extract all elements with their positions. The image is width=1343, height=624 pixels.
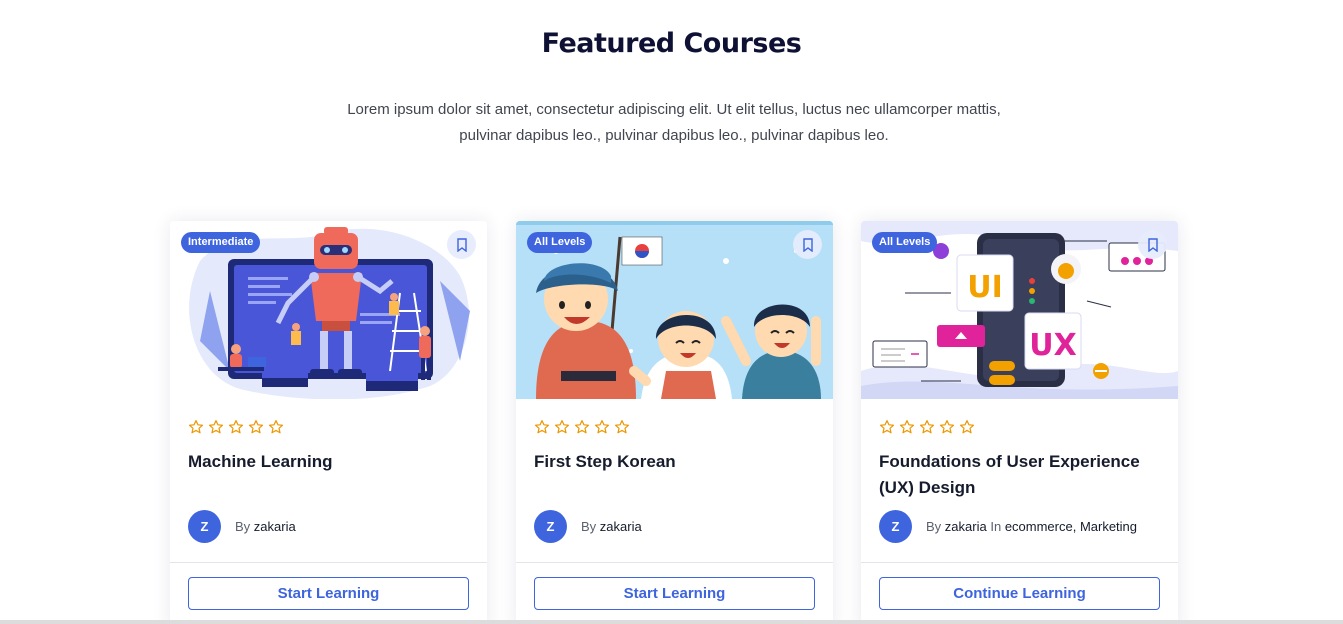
star-empty-icon — [960, 420, 974, 434]
star-empty-icon — [555, 420, 569, 434]
svg-text:UI: UI — [967, 270, 1003, 305]
star-empty-icon — [229, 420, 243, 434]
by-label: By — [926, 519, 942, 534]
in-label: In — [990, 519, 1002, 534]
author-row: Z By zakaria In ecommerce, Marketing — [879, 510, 1137, 543]
rating-stars — [188, 419, 284, 435]
start-learning-button[interactable]: Start Learning — [188, 577, 469, 610]
bookmark-button[interactable] — [1138, 230, 1167, 259]
course-card-machine-learning[interactable]: Intermediate Machine Learning Z By zakar… — [170, 221, 487, 624]
author-meta: By zakaria In ecommerce, Marketing — [926, 519, 1137, 534]
author-link[interactable]: zakaria — [600, 519, 642, 534]
section-title: Featured Courses — [541, 28, 802, 59]
star-empty-icon — [920, 420, 934, 434]
by-label: By — [581, 519, 597, 534]
author-row: Z By zakaria — [534, 510, 642, 543]
author-row: Z By zakaria — [188, 510, 296, 543]
course-title[interactable]: Foundations of User Experience (UX) Desi… — [879, 449, 1164, 501]
bookmark-icon — [802, 237, 813, 252]
author-link[interactable]: zakaria — [254, 519, 296, 534]
category-links[interactable]: ecommerce, Marketing — [1005, 519, 1137, 534]
course-card-ux-design[interactable]: UI UX All Levels Foundations of User Exp… — [861, 221, 1178, 624]
by-label: By — [235, 519, 251, 534]
card-divider — [861, 562, 1178, 563]
avatar[interactable]: Z — [188, 510, 221, 543]
star-empty-icon — [189, 420, 203, 434]
author-meta: By zakaria — [235, 519, 296, 534]
star-empty-icon — [615, 420, 629, 434]
star-empty-icon — [900, 420, 914, 434]
level-badge: All Levels — [527, 232, 593, 253]
avatar[interactable]: Z — [879, 510, 912, 543]
course-card-first-step-korean[interactable]: All Levels First Step Korean Z By zakari… — [516, 221, 833, 624]
bookmark-icon — [1147, 237, 1158, 252]
bookmark-icon — [456, 237, 467, 252]
rating-stars — [534, 419, 630, 435]
section-subtitle: Lorem ipsum dolor sit amet, consectetur … — [347, 101, 1001, 144]
star-empty-icon — [575, 420, 589, 434]
star-empty-icon — [535, 420, 549, 434]
bookmark-button[interactable] — [793, 230, 822, 259]
star-empty-icon — [249, 420, 263, 434]
star-empty-icon — [880, 420, 894, 434]
level-badge: All Levels — [872, 232, 938, 253]
bookmark-button[interactable] — [447, 230, 476, 259]
star-empty-icon — [595, 420, 609, 434]
rating-stars — [879, 419, 975, 435]
avatar[interactable]: Z — [534, 510, 567, 543]
horizontal-scrollbar[interactable] — [0, 620, 1343, 624]
star-empty-icon — [209, 420, 223, 434]
author-link[interactable]: zakaria — [945, 519, 987, 534]
start-learning-button[interactable]: Start Learning — [534, 577, 815, 610]
course-title[interactable]: Machine Learning — [188, 449, 473, 475]
card-divider — [170, 562, 487, 563]
svg-text:UX: UX — [1029, 328, 1077, 363]
level-badge: Intermediate — [181, 232, 261, 253]
star-empty-icon — [269, 420, 283, 434]
author-meta: By zakaria — [581, 519, 642, 534]
star-empty-icon — [940, 420, 954, 434]
card-divider — [516, 562, 833, 563]
course-title[interactable]: First Step Korean — [534, 449, 819, 475]
continue-learning-button[interactable]: Continue Learning — [879, 577, 1160, 610]
